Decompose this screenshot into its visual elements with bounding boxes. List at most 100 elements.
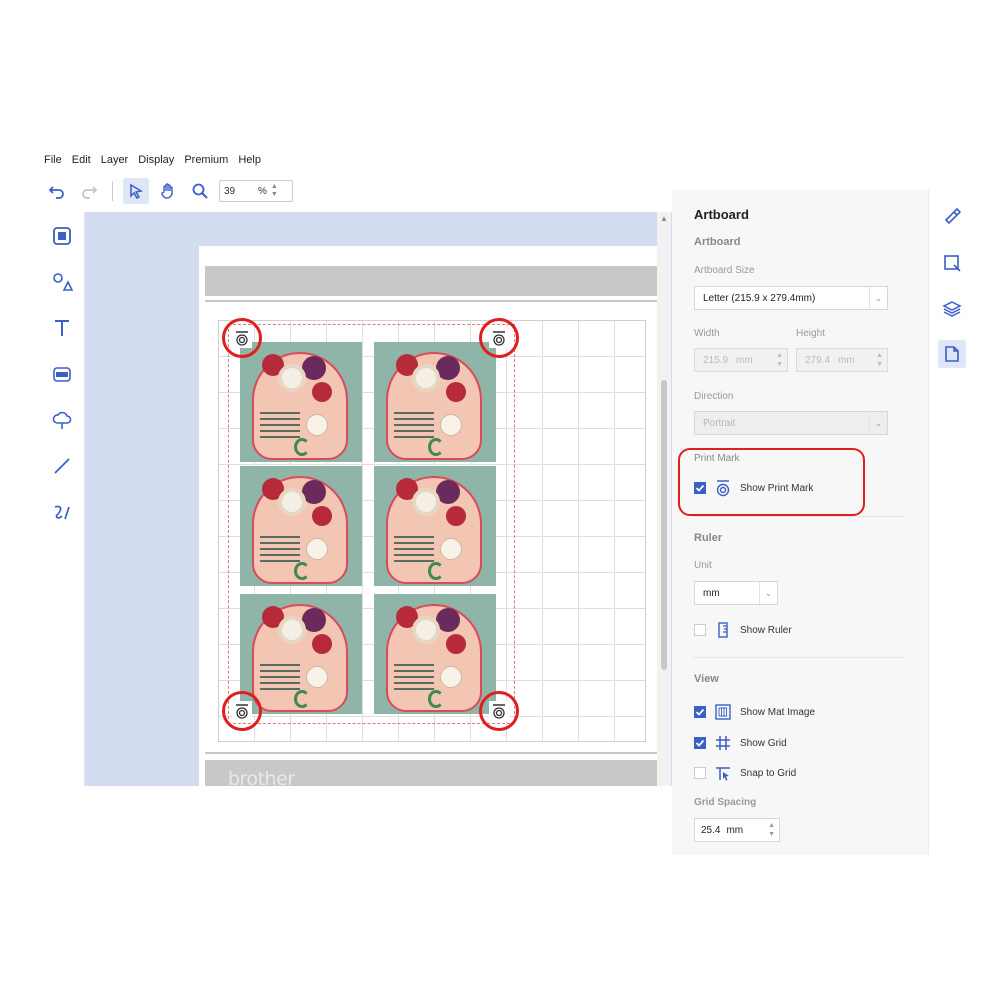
artboard-size-select[interactable]: Letter (215.9 x 279.4mm) ⌄ bbox=[694, 286, 888, 310]
toolbar: 39 % ▲ ▼ bbox=[44, 176, 293, 206]
stepper-icon: ▲ ▼ bbox=[876, 352, 883, 368]
layers-icon bbox=[942, 301, 962, 317]
view-section-heading: View bbox=[694, 673, 719, 685]
zoom-unit: % bbox=[258, 185, 267, 197]
text-tool-button[interactable] bbox=[48, 314, 76, 342]
bouquet-card[interactable] bbox=[240, 594, 362, 714]
check-icon bbox=[695, 739, 705, 747]
height-value: 279.4 bbox=[805, 354, 831, 366]
show-mat-image-row[interactable]: Show Mat Image bbox=[694, 702, 815, 722]
redo-icon bbox=[82, 186, 98, 199]
unit-select[interactable]: mm ⌄ bbox=[694, 581, 778, 605]
highlight-circle bbox=[222, 318, 262, 358]
section-divider bbox=[694, 516, 904, 517]
highlight-circle bbox=[222, 691, 262, 731]
chevron-down-icon: ⌄ bbox=[869, 412, 887, 434]
shape-tool-button[interactable] bbox=[48, 268, 76, 296]
chevron-down-icon: ⌄ bbox=[869, 287, 887, 309]
menu-layer[interactable]: Layer bbox=[101, 154, 129, 170]
zoom-input[interactable]: 39 % ▲ ▼ bbox=[219, 180, 293, 202]
show-grid-row[interactable]: Show Grid bbox=[694, 733, 787, 753]
magnifier-icon bbox=[192, 183, 208, 199]
layers-panel-button[interactable] bbox=[938, 295, 966, 323]
width-field[interactable]: 215.9 mm ▲ ▼ bbox=[694, 348, 788, 372]
artboard-panel-button[interactable] bbox=[938, 340, 966, 368]
zoom-spinner-icon[interactable]: ▲ ▼ bbox=[271, 183, 278, 199]
stepper-icon: ▲ ▼ bbox=[776, 352, 783, 368]
show-mat-image-checkbox[interactable] bbox=[694, 706, 706, 718]
direction-select[interactable]: Portrait ⌄ bbox=[694, 411, 888, 435]
bouquet-card[interactable] bbox=[374, 594, 496, 714]
chevron-down-icon: ⌄ bbox=[759, 582, 777, 604]
unit-value: mm bbox=[703, 587, 720, 599]
artboard-size-value: Letter (215.9 x 279.4mm) bbox=[703, 292, 816, 304]
hand-icon bbox=[161, 183, 173, 199]
show-mat-image-label: Show Mat Image bbox=[740, 706, 816, 718]
outline-tool-button[interactable] bbox=[48, 406, 76, 434]
menu-file[interactable]: File bbox=[44, 154, 62, 170]
height-field[interactable]: 279.4 mm ▲ ▼ bbox=[796, 348, 888, 372]
ruler-icon bbox=[718, 622, 728, 638]
bouquet-card[interactable] bbox=[374, 342, 496, 462]
height-unit: mm bbox=[838, 354, 855, 366]
show-grid-label: Show Grid bbox=[740, 737, 787, 749]
snap-to-grid-checkbox[interactable] bbox=[694, 767, 706, 779]
show-grid-checkbox[interactable] bbox=[694, 737, 706, 749]
freehand-tool-button[interactable] bbox=[48, 498, 76, 526]
artboard-section-heading: Artboard bbox=[694, 236, 741, 248]
show-ruler-row[interactable]: Show Ruler bbox=[694, 620, 792, 640]
hand-tool-button[interactable] bbox=[155, 178, 181, 204]
height-label: Height bbox=[796, 328, 825, 339]
menu-premium[interactable]: Premium bbox=[184, 154, 228, 170]
section-divider bbox=[694, 657, 904, 658]
redo-button[interactable] bbox=[76, 178, 102, 204]
select-tool-button[interactable] bbox=[123, 178, 149, 204]
width-value: 215.9 bbox=[703, 354, 729, 366]
grid-icon bbox=[716, 736, 730, 750]
zoom-tool-button[interactable] bbox=[187, 178, 213, 204]
object-panel-button[interactable] bbox=[938, 249, 966, 277]
mat-top-line bbox=[205, 300, 657, 302]
menu-edit[interactable]: Edit bbox=[72, 154, 91, 170]
zoom-value: 39 bbox=[224, 185, 236, 197]
direction-value: Portrait bbox=[703, 417, 736, 429]
menu-bar: File Edit Layer Display Premium Help bbox=[44, 154, 261, 170]
grid-spacing-value: 25.4 bbox=[701, 824, 721, 836]
panel-title: Artboard bbox=[694, 207, 749, 222]
bouquet-card[interactable] bbox=[374, 466, 496, 586]
menu-display[interactable]: Display bbox=[138, 154, 174, 170]
line-icon bbox=[54, 458, 70, 474]
show-ruler-checkbox[interactable] bbox=[694, 624, 706, 636]
grid-spacing-field[interactable]: 25.4 mm ▲ ▼ bbox=[694, 818, 780, 842]
check-icon bbox=[695, 708, 705, 716]
edit-panel-button[interactable] bbox=[938, 202, 966, 230]
grid-spacing-unit: mm bbox=[726, 824, 744, 836]
artboard-size-label: Artboard Size bbox=[694, 265, 755, 276]
image-tool-button[interactable] bbox=[48, 222, 76, 250]
highlight-circle bbox=[479, 318, 519, 358]
highlight-rectangle bbox=[678, 448, 865, 516]
bouquet-card[interactable] bbox=[240, 466, 362, 586]
svg-file-icon bbox=[53, 367, 71, 382]
scroll-up-icon[interactable]: ▲ bbox=[660, 214, 668, 223]
undo-button[interactable] bbox=[44, 178, 70, 204]
image-layer-icon bbox=[53, 227, 71, 245]
direction-label: Direction bbox=[694, 391, 734, 402]
width-label: Width bbox=[694, 328, 720, 339]
menu-help[interactable]: Help bbox=[238, 154, 261, 170]
svg-tool-button[interactable] bbox=[48, 360, 76, 388]
toolbar-divider bbox=[112, 181, 113, 201]
show-ruler-label: Show Ruler bbox=[740, 624, 792, 636]
bouquet-card[interactable] bbox=[240, 342, 362, 462]
snap-icon bbox=[716, 767, 730, 781]
undo-icon bbox=[48, 186, 64, 199]
mat-top-band bbox=[205, 266, 657, 296]
scrollbar-thumb[interactable] bbox=[661, 380, 667, 670]
mat-image-icon bbox=[715, 704, 731, 720]
right-panel-rail bbox=[928, 190, 974, 855]
snap-to-grid-row[interactable]: Snap to Grid bbox=[694, 763, 796, 783]
line-tool-button[interactable] bbox=[48, 452, 76, 480]
mat-bottom-line bbox=[205, 752, 657, 754]
shapes-icon bbox=[53, 273, 73, 291]
highlight-circle bbox=[479, 691, 519, 731]
